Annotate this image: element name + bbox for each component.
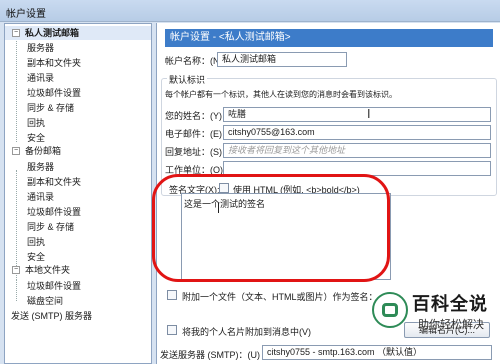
tree-item-label: 同步 & 存储: [27, 103, 75, 113]
reply-to-label: 回复地址：(S): [165, 147, 222, 157]
tree-item-backup-account[interactable]: − 备份邮箱: [5, 144, 151, 158]
tree-item-label: 通讯录: [27, 73, 55, 83]
attach-vcard-checkbox[interactable]: [167, 325, 177, 335]
tree-item-label: 服务器: [27, 162, 55, 172]
tree-item-label: 回执: [27, 237, 46, 247]
tree-item-label: 服务器: [27, 43, 55, 53]
tree-item-label: 垃圾邮件设置: [27, 281, 82, 291]
tree-item-smtp-server[interactable]: 发送 (SMTP) 服务器: [11, 309, 92, 323]
tree-item-label: 安全: [27, 133, 46, 143]
tree-item-disk-space[interactable]: 磁盘空间: [27, 294, 63, 308]
ibeam-cursor-icon: I: [367, 107, 371, 121]
watermark-subtitle: 助你轻松解决: [418, 319, 484, 331]
tree-item-label: 回执: [27, 118, 46, 128]
tree-item-label: 本地文件夹: [25, 265, 71, 275]
tree-item-copies-folders[interactable]: 副本和文件夹: [27, 56, 81, 70]
tree-item-security[interactable]: 安全: [27, 250, 45, 264]
collapse-icon[interactable]: −: [12, 147, 20, 155]
your-name-label: 您的姓名：(Y): [165, 111, 222, 121]
tree-item-server[interactable]: 服务器: [27, 160, 54, 174]
default-identity-title: 默认标识: [167, 73, 208, 86]
tree-item-junk-settings[interactable]: 垃圾邮件设置: [27, 279, 81, 293]
attach-file-checkbox[interactable]: [167, 290, 177, 300]
smtp-select[interactable]: citshy0755 - smtp.163.com （默认值）: [262, 345, 492, 360]
tree-item-address-book[interactable]: 通讯录: [27, 190, 54, 204]
account-tree[interactable]: − 私人测试邮箱 服务器 副本和文件夹 通讯录 垃圾邮件设置 同步 & 存储 回…: [4, 23, 152, 364]
tree-item-label: 磁盘空间: [27, 296, 64, 306]
smtp-label: 发送服务器 (SMTP)：(U): [160, 350, 260, 360]
tree-guide: [16, 279, 17, 301]
window-titlebar: 帐户设置: [0, 0, 500, 22]
highlight-circle: [152, 174, 390, 282]
tree-item-local-folders[interactable]: − 本地文件夹: [5, 263, 151, 277]
identity-description: 每个帐户都有一个标识，其他人在读到您的消息时会看到该标识。: [165, 90, 397, 99]
tree-item-junk-settings[interactable]: 垃圾邮件设置: [27, 205, 81, 219]
tree-item-label: 垃圾邮件设置: [27, 88, 82, 98]
account-settings-window: 帐户设置 − 私人测试邮箱 服务器 副本和文件夹 通讯录 垃圾邮件设置 同步 &…: [0, 0, 500, 364]
tree-guide: [16, 170, 17, 278]
attach-file-label: 附加一个文件（文本、HTML或图片）作为签名：: [182, 292, 378, 302]
tree-item-junk-settings[interactable]: 垃圾邮件设置: [27, 86, 81, 100]
tree-item-label: 垃圾邮件设置: [27, 207, 82, 217]
email-input[interactable]: citshy0755@163.com: [223, 125, 491, 140]
tree-item-label: 安全: [27, 252, 46, 262]
your-name-input[interactable]: 咗膳: [223, 107, 491, 122]
email-label: 电子邮件：(E): [165, 129, 222, 139]
tree-item-server[interactable]: 服务器: [27, 41, 54, 55]
attach-vcard-label: 将我的个人名片附加到消息中(V): [182, 327, 311, 337]
tree-item-security[interactable]: 安全: [27, 131, 45, 145]
window-title: 帐户设置: [6, 9, 46, 20]
tree-item-address-book[interactable]: 通讯录: [27, 71, 54, 85]
tree-item-copies-folders[interactable]: 副本和文件夹: [27, 175, 81, 189]
tree-guide: [16, 34, 17, 142]
account-name-label: 帐户名称：(N): [165, 56, 223, 66]
watermark-title: 百科全说: [412, 294, 488, 314]
tree-item-label: 私人测试邮箱: [25, 28, 80, 38]
tree-item-label: 通讯录: [27, 192, 55, 202]
tree-item-receipts[interactable]: 回执: [27, 235, 45, 249]
panel-header: 帐户设置 - <私人测试邮箱>: [165, 29, 493, 47]
tree-item-sync-storage[interactable]: 同步 & 存储: [27, 101, 74, 115]
tree-item-label: 备份邮箱: [25, 146, 62, 156]
tree-item-label: 副本和文件夹: [27, 58, 82, 68]
tree-item-sync-storage[interactable]: 同步 & 存储: [27, 220, 74, 234]
tree-item-private-account[interactable]: − 私人测试邮箱: [5, 26, 151, 40]
brand-logo-icon: [372, 292, 408, 328]
collapse-icon[interactable]: −: [12, 29, 20, 37]
collapse-icon[interactable]: −: [12, 266, 20, 274]
tree-item-label: 发送 (SMTP) 服务器: [11, 311, 92, 321]
watermark: 百科全说 助你轻松解决: [372, 286, 492, 338]
tree-item-label: 同步 & 存储: [27, 222, 75, 232]
tree-item-label: 副本和文件夹: [27, 177, 82, 187]
account-name-input[interactable]: 私人测试邮箱: [217, 52, 347, 67]
reply-to-input[interactable]: 接收者将回复到这个其他地址: [223, 143, 491, 158]
tree-item-receipts[interactable]: 回执: [27, 116, 45, 130]
